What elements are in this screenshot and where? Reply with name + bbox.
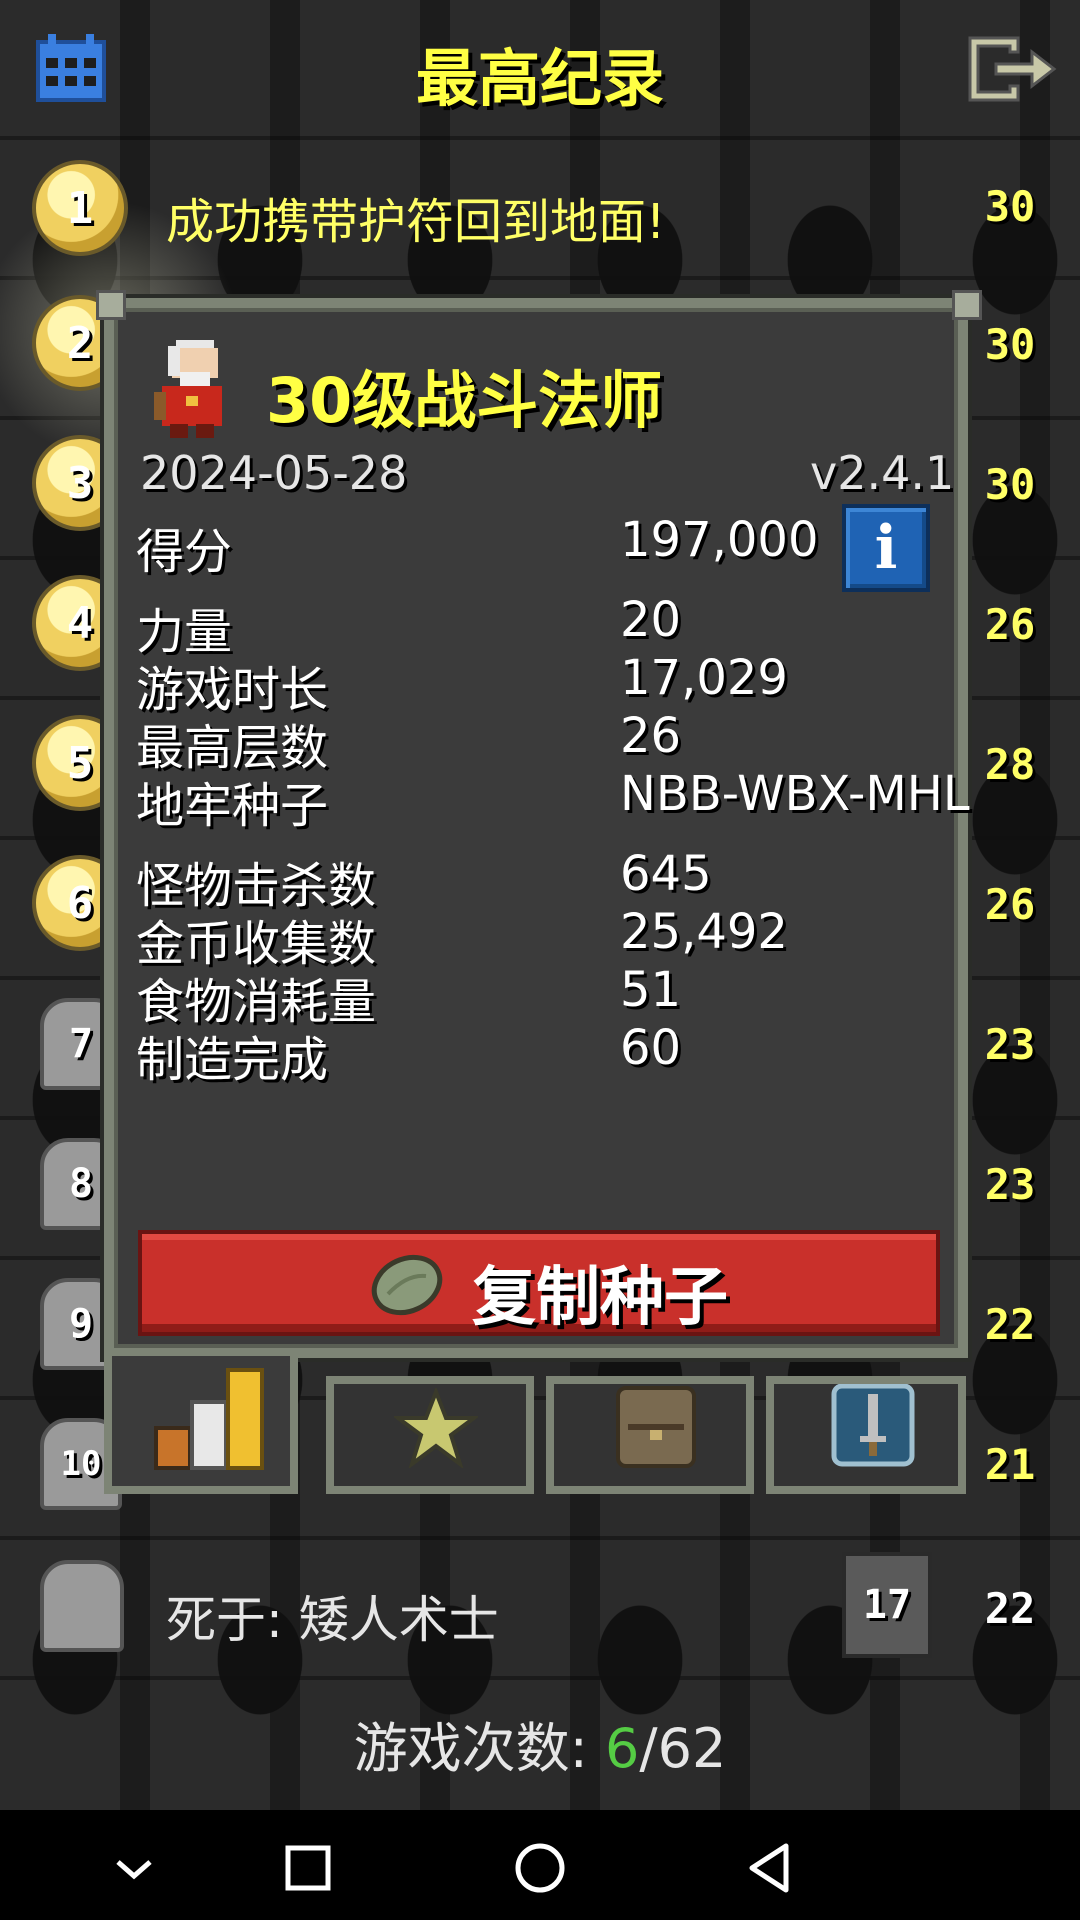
record-level: 30 (984, 182, 1036, 231)
seed-icon (371, 1254, 443, 1316)
copy-seed-button[interactable]: 复制种子 (138, 1230, 940, 1336)
record-rank: 7 (68, 1021, 94, 1067)
record-level: 26 (984, 880, 1036, 929)
record-rank: 2 (66, 317, 94, 369)
info-icon: i (874, 513, 898, 583)
stat-value: 26 (620, 708, 682, 764)
stat-label: 地牢种子 (136, 778, 329, 834)
info-button[interactable]: i (842, 504, 930, 592)
record-row[interactable]: 1 成功携带护符回到地面! 30 (0, 150, 1080, 270)
badges-tab[interactable] (326, 1376, 534, 1494)
record-rank: 1 (66, 182, 94, 234)
record-level: 23 (984, 1160, 1036, 1209)
record-rank: 9 (68, 1301, 94, 1347)
window-corner (952, 290, 982, 320)
score-value: 197,000 (620, 512, 819, 568)
system-navigation-bar (0, 1810, 1080, 1920)
record-rank: 6 (66, 877, 94, 929)
page-title: 最高纪录 (415, 42, 664, 115)
sword-badge-icon (831, 1384, 915, 1467)
depth-badge: 17 (842, 1552, 932, 1658)
back-icon[interactable] (740, 1838, 800, 1898)
stat-value: 17,029 (620, 650, 788, 706)
record-level: 28 (984, 740, 1036, 789)
stats-tab[interactable] (104, 1356, 298, 1494)
stat-value: 20 (620, 592, 682, 648)
record-rank: 3 (66, 457, 94, 509)
backpack-icon (616, 1386, 696, 1468)
record-date: 2024-05-28 (140, 446, 408, 500)
record-level: 26 (984, 600, 1036, 649)
bar-chart-icon (154, 1368, 264, 1470)
hero-title: 30级战斗法师 (266, 364, 663, 437)
chevron-down-icon[interactable] (104, 1838, 164, 1898)
home-icon[interactable] (510, 1838, 570, 1898)
score-label: 得分 (136, 524, 233, 580)
copy-seed-label: 复制种子 (472, 1261, 728, 1335)
stat-label: 制造完成 (136, 1032, 329, 1088)
tombstone-icon (40, 1560, 124, 1652)
stat-value: 51 (620, 962, 682, 1018)
record-text: 成功携带护符回到地面! (166, 194, 666, 250)
games-played-total: 62 (657, 1717, 727, 1780)
games-played-separator: / (639, 1717, 658, 1780)
record-level: 23 (984, 1020, 1036, 1069)
stat-value: 645 (620, 846, 712, 902)
gold-medal-icon: 1 (32, 160, 128, 256)
game-version: v2.4.1 (810, 446, 955, 500)
record-rank: 5 (66, 737, 94, 789)
record-rank: 4 (66, 597, 94, 649)
window-corner (96, 290, 126, 320)
games-played-current: 6 (605, 1717, 640, 1780)
record-level: 30 (984, 460, 1036, 509)
record-level: 30 (984, 320, 1036, 369)
dungeon-seed-value: NBB-WBX-MHL (620, 766, 970, 822)
record-level: 22 (984, 1300, 1036, 1349)
games-played-counter: 游戏次数: 6/62 (0, 1704, 1080, 1783)
exit-icon[interactable] (966, 34, 1058, 104)
record-level: 22 (984, 1584, 1036, 1633)
record-rank: 10 (60, 1444, 102, 1484)
recents-icon[interactable] (278, 1838, 338, 1898)
stat-value: 60 (620, 1020, 682, 1076)
record-rank: 8 (68, 1161, 94, 1207)
talents-tab[interactable] (766, 1376, 966, 1494)
games-played-label: 游戏次数: (353, 1717, 606, 1780)
depth-value: 17 (862, 1582, 912, 1628)
battlemage-avatar-icon (154, 340, 222, 438)
death-cause-text: 死于: 矮人术士 (166, 1591, 499, 1649)
record-level: 21 (984, 1440, 1036, 1489)
items-tab[interactable] (546, 1376, 754, 1494)
header: 最高纪录 (0, 0, 1080, 140)
stat-value: 25,492 (620, 904, 788, 960)
star-icon (394, 1388, 478, 1468)
